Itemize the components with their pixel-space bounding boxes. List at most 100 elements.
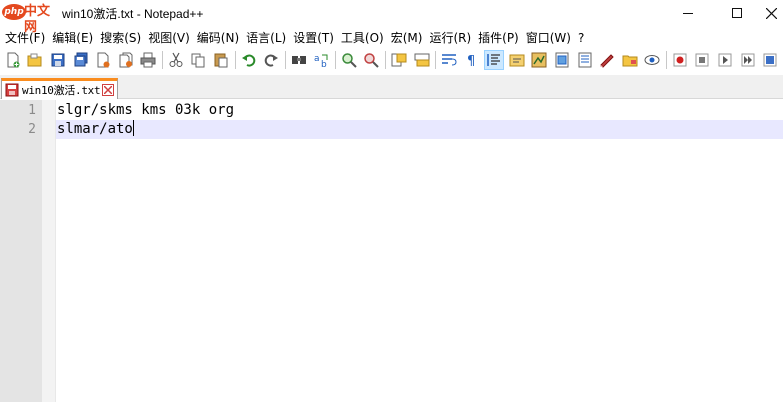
run-macro-multiple-button[interactable] (738, 50, 758, 70)
save-all-icon (74, 52, 88, 67)
redo-icon (264, 54, 279, 67)
play-macro-button[interactable] (715, 50, 735, 70)
close-icon (104, 86, 113, 94)
maximize-icon (732, 8, 742, 18)
show-all-chars-button[interactable]: ¶ (462, 50, 482, 70)
indent-guide-button[interactable] (484, 50, 505, 70)
replace-icon: ab (314, 54, 328, 68)
window-title: win10激活.txt - Notepad++ (62, 7, 204, 21)
record-macro-icon (673, 53, 687, 67)
redo-button[interactable] (261, 50, 281, 70)
run-macro-multiple-icon (741, 53, 755, 67)
menu-bar: 文件(F) 编辑(E) 搜索(S) 视图(V) 编码(N) 语言(L) 设置(T… (0, 28, 783, 47)
cut-icon (169, 52, 183, 67)
cut-button[interactable] (166, 50, 186, 70)
zoom-in-button[interactable] (339, 50, 359, 70)
monitoring-button[interactable] (643, 50, 663, 70)
replace-button[interactable]: ab (311, 50, 331, 70)
close-all-button[interactable] (116, 50, 136, 70)
stop-macro-button[interactable] (693, 50, 713, 70)
copy-icon (191, 53, 205, 68)
save-macro-icon (763, 53, 777, 67)
menu-language[interactable]: 语言(L) (244, 29, 291, 46)
sync-vertical-icon (391, 53, 407, 67)
copy-button[interactable] (189, 50, 209, 70)
sync-horizontal-icon (414, 53, 430, 67)
function-list-alt-button[interactable] (575, 50, 595, 70)
indent-guide-icon (487, 54, 501, 66)
menu-encoding[interactable]: 编码(N) (195, 29, 244, 46)
close-window-button[interactable] (760, 0, 783, 26)
save-macro-button[interactable] (760, 50, 780, 70)
close-all-icon (119, 52, 133, 68)
menu-window[interactable]: 窗口(W) (524, 29, 576, 46)
close-file-button[interactable] (93, 50, 113, 70)
menu-file[interactable]: 文件(F) (3, 29, 50, 46)
menu-run[interactable]: 运行(R) (427, 29, 476, 46)
tab-label: win10激活.txt (22, 84, 101, 97)
folder-icon (622, 55, 638, 67)
paste-icon (214, 53, 228, 68)
menu-view[interactable]: 视图(V) (146, 29, 195, 46)
menu-plugins[interactable]: 插件(P) (476, 29, 524, 46)
file-saved-icon (5, 83, 19, 97)
new-file-button[interactable] (3, 50, 23, 70)
close-icon (766, 7, 777, 19)
minimize-button[interactable] (665, 0, 711, 26)
menu-edit[interactable]: 编辑(E) (50, 29, 98, 46)
save-button[interactable] (48, 50, 68, 70)
open-file-button[interactable] (26, 50, 46, 70)
svg-text:a: a (314, 54, 320, 64)
new-file-icon (7, 52, 20, 68)
open-file-icon (27, 53, 42, 67)
toolbar-separator (435, 51, 437, 69)
close-file-icon (97, 52, 110, 68)
tab-close-button[interactable] (102, 84, 115, 96)
user-language-button[interactable] (507, 50, 527, 70)
undo-button[interactable] (239, 50, 259, 70)
record-macro-button[interactable] (670, 50, 690, 70)
eye-icon (644, 55, 660, 65)
toolbar-separator (284, 51, 286, 69)
find-button[interactable] (289, 50, 309, 70)
folder-as-workspace-button[interactable] (597, 50, 617, 70)
word-wrap-icon (442, 54, 457, 66)
menu-help[interactable]: ? (576, 31, 589, 45)
zoom-out-icon (364, 53, 380, 68)
paste-button[interactable] (211, 50, 231, 70)
menu-search[interactable]: 搜索(S) (98, 29, 146, 46)
code-line-text: slgr/skms kms 03k org (57, 102, 235, 118)
editor-area[interactable]: 1 2 slgr/skms kms 03k org slmar/ato (0, 100, 783, 402)
tab-bar: win10激活.txt (0, 75, 783, 99)
code-line[interactable]: slgr/skms kms 03k org (56, 101, 783, 120)
zoom-out-button[interactable] (362, 50, 382, 70)
maximize-button[interactable] (714, 0, 760, 26)
function-list-button[interactable] (552, 50, 572, 70)
word-wrap-button[interactable] (439, 50, 459, 70)
text-caret (132, 120, 134, 136)
fold-margin[interactable] (42, 100, 56, 402)
tab-win10-activation[interactable]: win10激活.txt (1, 78, 118, 99)
find-icon (291, 56, 306, 64)
print-button[interactable] (138, 50, 158, 70)
line-number-gutter: 1 2 (0, 100, 42, 402)
document-map-button[interactable] (530, 50, 550, 70)
menu-macro[interactable]: 宏(M) (389, 29, 428, 46)
sync-vertical-button[interactable] (389, 50, 409, 70)
zoom-in-icon (342, 53, 357, 68)
folder-as-workspace-icon (600, 54, 614, 68)
function-list-icon (555, 52, 569, 68)
toolbar: ab ¶ (0, 48, 783, 72)
toolbar-separator (234, 51, 236, 69)
open-folder-button[interactable] (620, 50, 640, 70)
play-macro-icon (718, 53, 732, 67)
save-all-button[interactable] (71, 50, 91, 70)
current-code-line[interactable]: slmar/ato (56, 120, 783, 139)
toolbar-separator (385, 51, 387, 69)
line-number: 1 (28, 103, 36, 118)
sync-horizontal-button[interactable] (412, 50, 432, 70)
user-language-icon (509, 54, 525, 67)
logo-php-text: php (2, 4, 26, 20)
menu-settings[interactable]: 设置(T) (291, 29, 339, 46)
menu-tools[interactable]: 工具(O) (339, 29, 389, 46)
